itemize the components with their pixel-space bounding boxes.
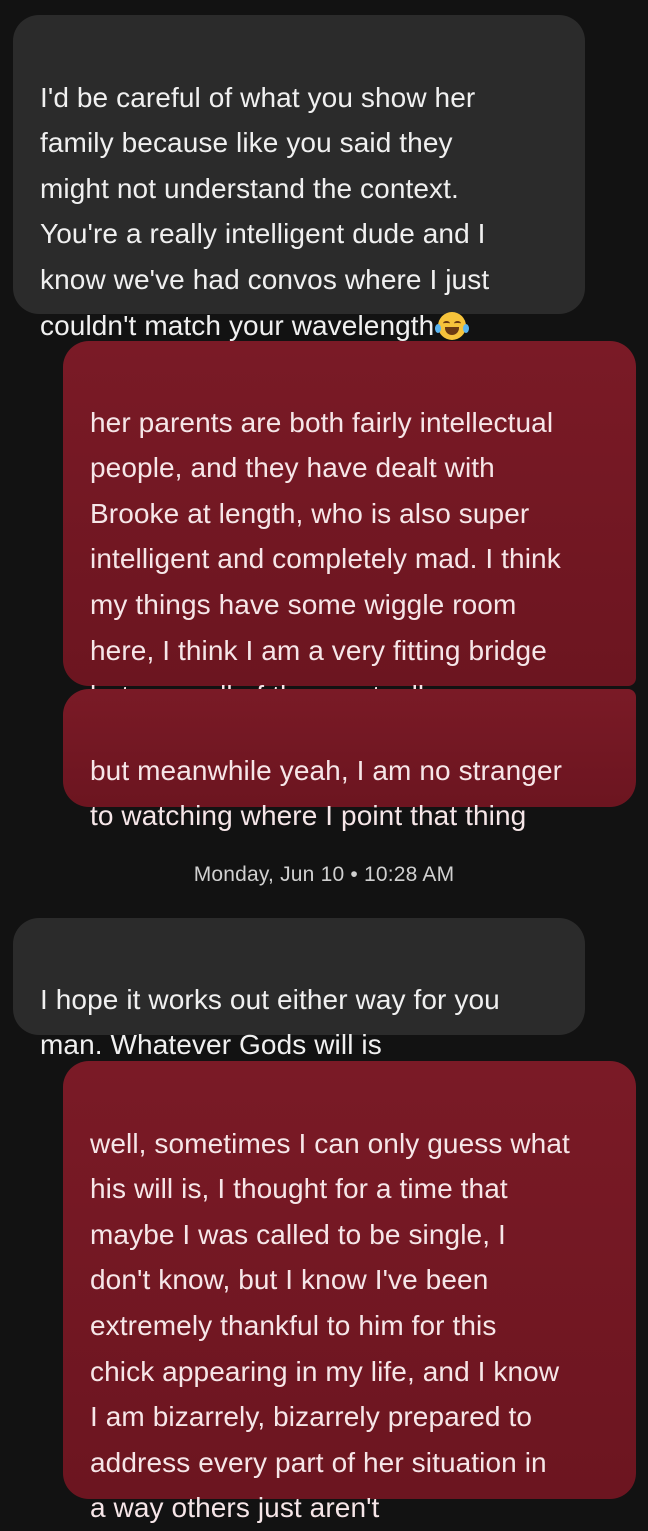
message-text: I hope it works out either way for you m… [40, 983, 500, 1061]
message-bubble-incoming[interactable]: I'd be careful of what you show her fami… [13, 15, 585, 341]
message-bubble-incoming[interactable]: I hope it works out either way for you m… [13, 918, 585, 1060]
message-bubble-outgoing[interactable]: but meanwhile yeah, I am no stranger to … [63, 689, 636, 831]
laughing-tears-emoji-icon [435, 311, 470, 340]
message-text: but meanwhile yeah, I am no stranger to … [90, 754, 563, 832]
message-text: I'd be careful of what you show her fami… [40, 81, 490, 341]
message-text: her parents are both fairly intellectual… [90, 406, 561, 712]
message-bubble-outgoing[interactable]: her parents are both fairly intellectual… [63, 341, 636, 711]
message-text: well, sometimes I can only guess what hi… [90, 1127, 570, 1524]
date-divider-timestamp: Monday, Jun 10 • 10:28 AM [193, 863, 455, 886]
message-bubble-outgoing[interactable]: well, sometimes I can only guess what hi… [63, 1061, 636, 1523]
